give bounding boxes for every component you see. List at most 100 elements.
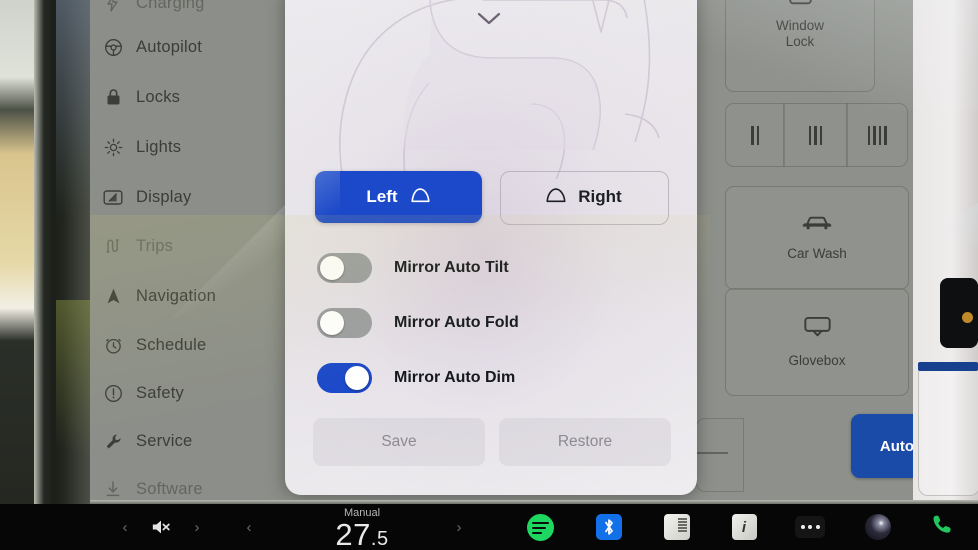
sidebar-item-label: Service [136,431,193,450]
volume-mute-button[interactable] [140,504,182,550]
sidebar-item-label: Navigation [136,286,216,305]
sidebar-item-label: Schedule [136,335,207,354]
adjacent-panel-indicator [962,312,973,323]
glovebox-button[interactable]: Glovebox [725,288,909,396]
more-dots-icon [795,516,825,538]
window-lock-button[interactable]: Window Lock [725,0,875,92]
glovebox-label: Glovebox [788,352,846,368]
sidebar-item-label: Locks [136,87,181,106]
sidebar-item-label: Display [136,187,192,206]
mirrors-settings-dialog: Left Right Mirror Auto Tilt Mirror Auto … [285,0,697,495]
save-button[interactable]: Save [313,418,485,466]
camera-app-button[interactable] [861,504,895,550]
tuner-app-button[interactable] [660,504,694,550]
sidebar-item-label: Safety [136,383,184,402]
mirror-auto-tilt-toggle[interactable] [317,253,372,283]
car-wash-button[interactable]: Car Wash [725,186,909,290]
sidebar-item-schedule[interactable]: Schedule [90,324,287,366]
more-apps-button[interactable] [793,504,827,550]
sidebar-item-autopilot[interactable]: Autopilot [90,26,287,68]
mirror-auto-fold-label: Mirror Auto Fold [394,314,519,331]
info-icon: i [731,514,757,540]
climate-temperature-value: 27.5 [272,517,452,550]
mirror-left-icon [410,187,431,208]
display-icon [90,189,136,206]
mirror-auto-tilt-label: Mirror Auto Tilt [394,259,509,276]
mirror-auto-dim-toggle[interactable] [317,363,372,393]
fan-level-medium-button[interactable] [783,103,848,167]
mirror-right-icon [545,187,566,208]
sidebar-item-navigation[interactable]: Navigation [90,275,287,317]
sidebar-item-trips[interactable]: Trips [90,225,287,267]
info-app-button[interactable]: i [727,504,761,550]
glovebox-icon [803,316,831,343]
adjacent-panel-accent-bar [918,362,978,371]
sidebar-item-service[interactable]: Service [90,420,287,462]
temp-decrease-chevron[interactable]: ‹ [242,504,256,550]
climate-temperature-control[interactable]: Manual 27.5 [272,504,452,550]
wrench-icon [90,432,136,451]
mirror-side-left-button[interactable]: Left [315,171,482,223]
phone-app-button[interactable] [925,504,959,550]
spotify-app-button[interactable] [523,504,557,550]
alert-circle-icon [90,384,136,403]
fan-bars-3-icon [808,125,823,145]
mirror-auto-dim-label: Mirror Auto Dim [394,369,516,386]
bluetooth-button[interactable] [592,504,626,550]
sidebar-item-lights[interactable]: Lights [90,126,287,168]
car-front-icon [800,214,834,236]
chevron-down-icon[interactable] [477,12,501,31]
sidebar-item-locks[interactable]: Locks [90,76,287,118]
toggle-knob [320,256,344,280]
sidebar-item-label: Lights [136,137,182,156]
download-icon [90,480,136,498]
camera-icon [865,514,891,540]
mirror-auto-tilt-row[interactable]: Mirror Auto Tilt [317,248,657,288]
fan-bars-2-icon [751,125,759,145]
tuner-icon [664,514,690,540]
spotify-icon [526,513,554,541]
sidebar-item-label: Autopilot [136,37,203,56]
padlock-icon [90,88,136,106]
temp-increase-chevron[interactable]: › [452,504,466,550]
restore-button[interactable]: Restore [499,418,671,466]
obscured-control-tile[interactable] [696,418,744,492]
mirror-side-right-button[interactable]: Right [500,171,667,223]
mirror-auto-fold-toggle[interactable] [317,308,372,338]
navigation-arrow-icon [90,287,136,305]
sidebar-item-label: Charging [136,0,205,12]
restore-label: Restore [557,433,613,450]
touchscreen-display: Charging Autopilot Locks Lights Display … [90,0,978,504]
temp-whole: 27 [335,517,371,550]
toggle-knob [345,366,369,390]
sidebar-item-label: Trips [136,236,174,255]
window-lock-label-line1: Window [775,17,824,33]
mirror-auto-fold-row[interactable]: Mirror Auto Fold [317,303,657,343]
car-wash-label: Car Wash [787,246,847,261]
temp-decimal: .5 [370,528,389,550]
sidebar-item-charging[interactable]: Charging [90,0,287,24]
volume-prev-chevron[interactable]: ‹ [118,504,132,550]
steering-wheel-icon [90,38,136,57]
charging-bolt-icon [90,0,136,12]
mirror-side-selector: Left Right [315,171,669,225]
bluetooth-icon [596,514,622,540]
auto-label: Auto [879,437,915,455]
toggle-knob [320,311,344,335]
sidebar-item-software[interactable]: Software [90,468,287,504]
window-lock-icon [788,0,812,10]
adjacent-panel-card[interactable] [918,364,978,496]
phone-icon [931,513,953,541]
volume-next-chevron[interactable]: › [190,504,204,550]
bezel-reflection-top [56,0,90,300]
sidebar-item-display[interactable]: Display [90,176,287,218]
tesla-touchscreen-photo: Charging Autopilot Locks Lights Display … [0,0,978,550]
sun-brightness-icon [90,138,136,157]
adjacent-panel-dark-tile [940,278,978,348]
fan-bars-4-icon [867,125,887,145]
clock-schedule-icon [90,336,136,355]
sidebar-item-safety[interactable]: Safety [90,372,287,414]
mirror-auto-dim-row[interactable]: Mirror Auto Dim [317,358,657,398]
fan-level-low-button[interactable] [725,103,785,167]
fan-level-high-button[interactable] [846,103,908,167]
